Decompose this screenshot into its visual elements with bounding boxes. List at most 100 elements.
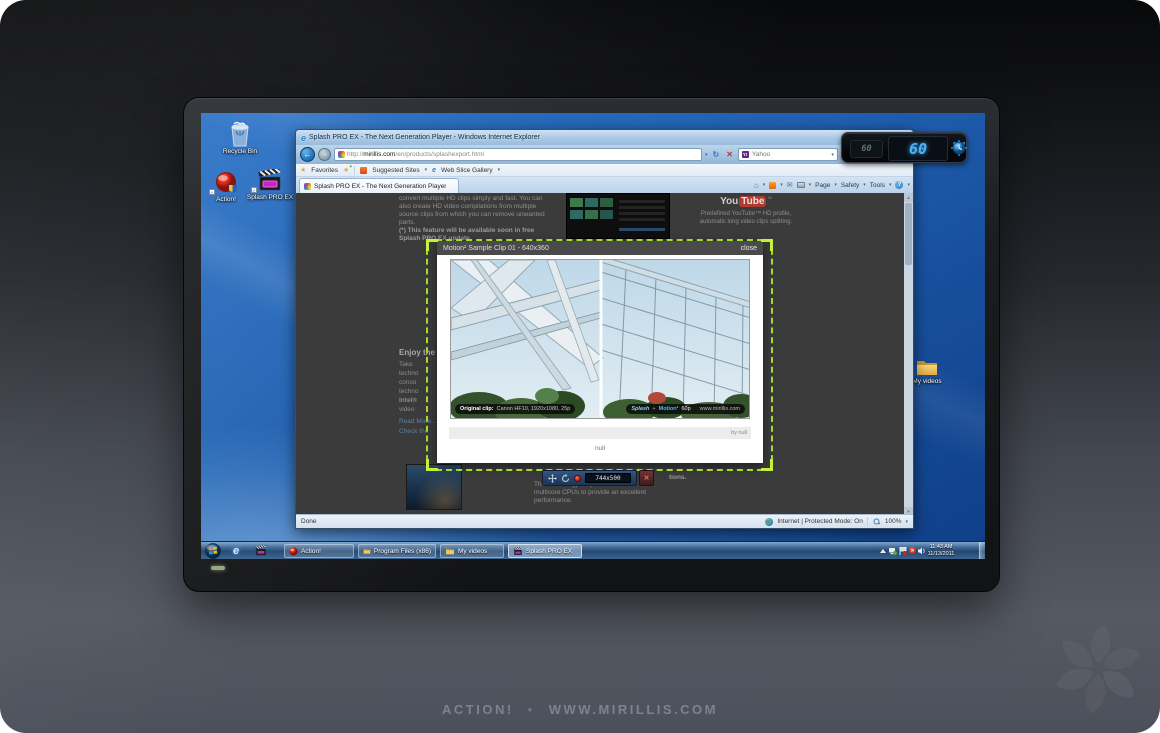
mirillis-flower-watermark [1056, 669, 1134, 697]
taskbar-ie-icon[interactable] [227, 544, 245, 558]
tab-splash-pro-ex[interactable]: Splash PRO EX - The Next Generation Play… [299, 178, 459, 193]
tab-title: Splash PRO EX - The Next Generation Play… [314, 182, 447, 190]
suggested-sites-icon [360, 166, 368, 174]
stop-button[interactable] [724, 147, 735, 162]
taskbar-button-program-files[interactable]: Program Files (x86) [358, 544, 436, 558]
status-done: Done [301, 518, 317, 525]
rss-icon[interactable] [769, 181, 777, 189]
favorites-star-icon [300, 166, 306, 174]
youtube-block: You Tube ™ Predefined YouTube™ HD profile,… [694, 196, 798, 226]
safety-menu[interactable]: Safety [841, 182, 859, 189]
error-status-icon[interactable] [909, 547, 916, 554]
chevron-down-icon[interactable] [780, 182, 783, 188]
taskbar-button-action[interactable]: Action! [284, 544, 354, 558]
page-text-fragments: Take techno conso techno Intel® video [399, 361, 419, 413]
chevron-down-icon [907, 182, 910, 188]
monitor-bezel: Recycle Bin ➚ Action! ➚ Splash PRO EX My… [183, 97, 1000, 592]
fps-average-display: 60 [850, 140, 883, 158]
tray-clock[interactable]: 11:43 AM 11/13/2011 [925, 544, 957, 558]
title-bar[interactable]: Splash PRO EX - The Next Generation Play… [296, 130, 913, 145]
refresh-icon [713, 150, 720, 159]
favorites-bar: Favorites + Suggested Sites Web Slice Ga… [296, 164, 913, 177]
page-links: Read More... Check the [399, 417, 437, 437]
video-player[interactable]: Original clip: Canon HF10, 1920x1080, 25… [450, 259, 750, 419]
tab-favicon [304, 182, 311, 190]
clock-time: 11:43 AM [929, 544, 953, 550]
scrollbar[interactable]: ▲ ▼ [904, 193, 913, 516]
page-paragraph: convert multiple HD clips simply and fas… [399, 195, 551, 243]
site-favicon [338, 151, 345, 158]
caption-original-clip: Original clip: Canon HF10, 1920x1080, 25… [455, 404, 576, 414]
desktop-icon-splash[interactable]: Splash PRO EX [245, 167, 295, 202]
desktop-icon-recycle-bin[interactable]: Recycle Bin [213, 121, 267, 156]
clapperboard-icon [513, 546, 522, 555]
desktop-icon-label: Recycle Bin [222, 148, 258, 155]
windows-logo-icon [204, 543, 221, 559]
taskbar-button-my-videos[interactable]: My videos [440, 544, 504, 558]
splash-app-icon [245, 167, 295, 193]
read-more-link[interactable]: Read More... [399, 417, 437, 427]
chevron-down-icon[interactable] [809, 182, 812, 188]
lightbox-body: Original clip: Canon HF10, 1920x1080, 25… [437, 255, 763, 463]
show-desktop-button[interactable] [979, 542, 985, 559]
taskbar: Action! Program Files (x86) [201, 541, 985, 559]
recorder-controls: 744x500 [542, 470, 637, 486]
chevron-down-icon[interactable] [763, 182, 766, 188]
promo-poster: Recycle Bin ➚ Action! ➚ Splash PRO EX My… [0, 0, 1160, 733]
ie-logo-icon [301, 133, 306, 143]
print-icon[interactable] [796, 182, 805, 188]
shortcut-arrow-icon [209, 189, 215, 195]
taskbar-button-splash-pro-ex[interactable]: Splash PRO EX [508, 544, 582, 558]
close-region-button[interactable] [639, 470, 654, 486]
fps-hud: 60 60 [841, 132, 967, 163]
home-icon[interactable] [754, 181, 759, 190]
text-fragment: tions. [669, 474, 687, 481]
taskbar-button-label: My videos [458, 547, 488, 555]
action-center-flag-icon[interactable] [899, 547, 907, 555]
desktop-icon-action[interactable]: Action! [203, 169, 249, 204]
forward-button[interactable] [318, 148, 331, 161]
address-bar[interactable]: http://mirillis.com/en/products/splashex… [334, 148, 702, 161]
record-button[interactable] [574, 474, 581, 482]
poster-caption: ACTION! • WWW.MIRILLIS.COM [0, 702, 1160, 717]
mail-icon[interactable] [787, 181, 793, 189]
tab-strip: Splash PRO EX - The Next Generation Play… [296, 177, 913, 193]
move-icon[interactable] [548, 473, 557, 483]
favorites-button[interactable]: Favorites [311, 167, 338, 174]
command-bar: Page Safety Tools [754, 177, 910, 193]
caption-splash-motion: Splash + Motion² 60p www.mirillis.com [626, 404, 745, 414]
byline-text: by null [731, 430, 747, 436]
page-heading-fragment: Enjoy the [399, 348, 436, 357]
shortcut-arrow-icon [251, 187, 257, 193]
back-button[interactable] [300, 147, 315, 162]
tray-expand-icon[interactable] [880, 549, 886, 553]
check-link[interactable]: Check the [399, 427, 437, 437]
network-icon[interactable] [889, 547, 897, 555]
lightbox-byline-bar: by null [449, 427, 751, 439]
resize-reset-icon[interactable] [561, 473, 570, 483]
zoom-level[interactable]: 100% [885, 518, 902, 525]
youtube-caption: Predefined YouTube™ HD profile, automati… [699, 211, 793, 225]
address-dropdown-icon[interactable] [705, 152, 708, 158]
zoom-dropdown-icon[interactable] [905, 519, 908, 525]
start-button[interactable] [204, 543, 221, 559]
refresh-button[interactable] [711, 147, 722, 162]
taskbar-splash-pinned-icon[interactable] [253, 544, 269, 558]
web-slice-icon [432, 167, 436, 174]
scroll-up-icon[interactable]: ▲ [904, 193, 913, 202]
search-dropdown-icon[interactable] [831, 152, 834, 158]
recorder-toolbar: 744x500 [542, 470, 654, 486]
help-icon[interactable] [895, 181, 904, 189]
action-app-icon [203, 169, 249, 195]
suggested-sites-button[interactable]: Suggested Sites [372, 167, 419, 174]
lightbox-close-button[interactable]: close [741, 245, 757, 252]
search-box[interactable]: Yahoo [737, 148, 838, 161]
add-favorite-icon[interactable]: + [343, 164, 352, 174]
tools-menu[interactable]: Tools [870, 182, 885, 189]
navigation-bar: http://mirillis.com/en/products/splashex… [296, 145, 913, 164]
url-text: http://mirillis.com/en/products/splashex… [347, 151, 484, 158]
web-slice-gallery-button[interactable]: Web Slice Gallery [441, 167, 493, 174]
page-menu[interactable]: Page [815, 182, 830, 189]
scrollbar-thumb[interactable] [905, 203, 912, 265]
taskbar-button-label: Splash PRO EX [526, 547, 573, 555]
